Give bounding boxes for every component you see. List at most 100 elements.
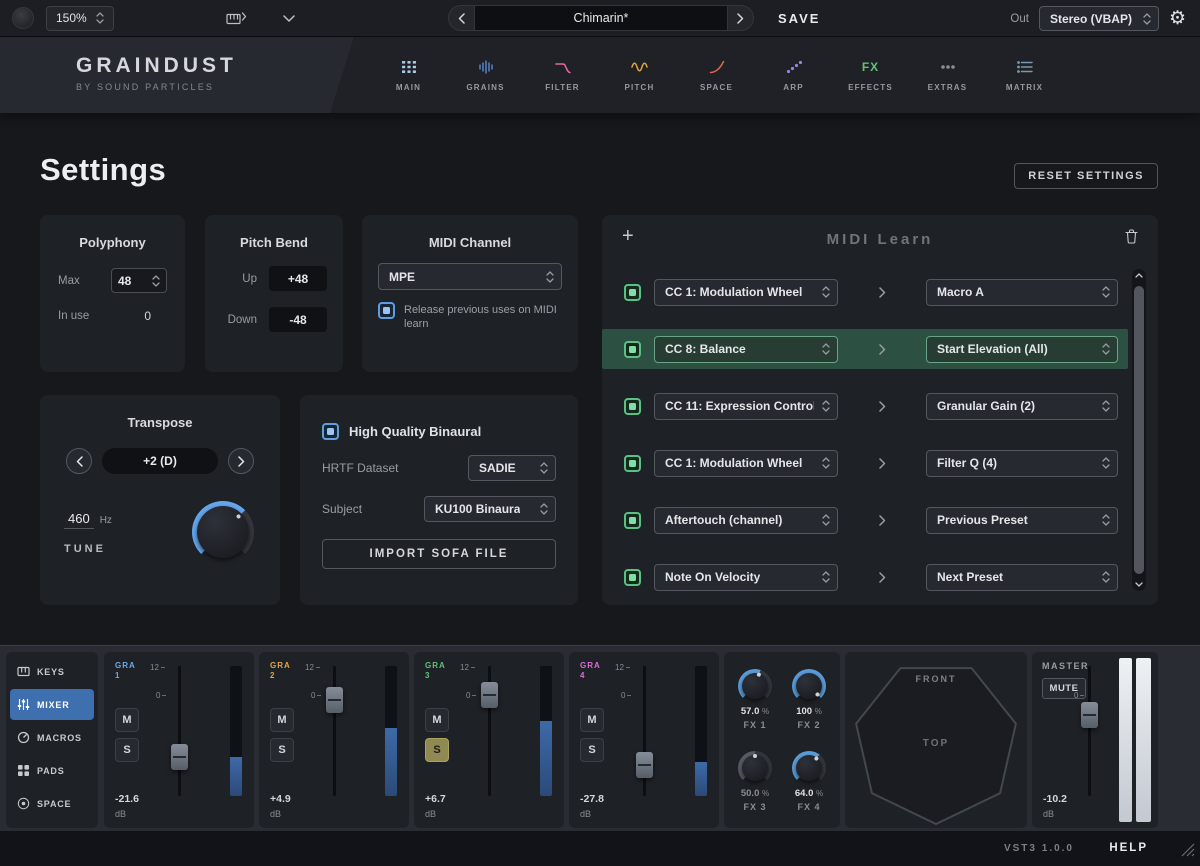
midi-learn-scrollbar[interactable] (1132, 269, 1146, 591)
subject-select[interactable]: KU100 Binaura (424, 496, 556, 522)
midi-target-select[interactable]: Granular Gain (2) (926, 393, 1118, 420)
import-sofa-button[interactable]: IMPORT SOFA FILE (322, 539, 556, 569)
scroll-down-icon[interactable] (1132, 582, 1146, 587)
transpose-value[interactable]: +2 (D) (102, 448, 218, 474)
channel-name: GRA 1 (115, 661, 136, 681)
sidebar-item-macros[interactable]: MACROS (10, 722, 94, 753)
mapping-enabled-checkbox[interactable] (624, 512, 641, 529)
fader-handle[interactable] (636, 752, 653, 778)
tab-arp[interactable]: ARP (755, 59, 832, 92)
delete-mapping-button[interactable] (1125, 229, 1138, 244)
volume-fader[interactable] (178, 666, 181, 796)
transpose-down-button[interactable] (66, 448, 92, 474)
midi-target-select[interactable]: Filter Q (4) (926, 450, 1118, 477)
transpose-up-button[interactable] (228, 448, 254, 474)
volume-fader[interactable] (488, 666, 491, 796)
scrollbar-thumb[interactable] (1134, 286, 1144, 574)
mute-button[interactable]: M (425, 708, 449, 732)
bend-down-value[interactable]: -48 (269, 307, 327, 332)
tab-extras[interactable]: EXTRAS (909, 59, 986, 92)
mapping-enabled-checkbox[interactable] (624, 455, 641, 472)
master-fader[interactable] (1088, 666, 1091, 796)
sound-particles-logo[interactable] (12, 7, 34, 29)
mapping-enabled-checkbox[interactable] (624, 398, 641, 415)
fader-handle[interactable] (326, 687, 343, 713)
sidebar-item-mixer[interactable]: MIXER (10, 689, 94, 720)
fader-handle[interactable] (481, 682, 498, 708)
master-strip: MASTER MUTE 0 -10.2 dB (1032, 652, 1158, 828)
solo-button[interactable]: S (580, 738, 604, 762)
help-button[interactable]: HELP (1109, 842, 1148, 854)
mute-button[interactable]: M (270, 708, 294, 732)
solo-button[interactable]: S (115, 738, 139, 762)
maps-to-arrow-icon (879, 458, 886, 469)
next-preset-button[interactable] (727, 5, 754, 31)
sidebar-item-pads[interactable]: PADS (10, 755, 94, 786)
midi-target-select[interactable]: Previous Preset (926, 507, 1118, 534)
max-voices-stepper[interactable]: 48 (111, 268, 167, 293)
bend-up-value[interactable]: +48 (269, 266, 327, 291)
settings-gear-icon[interactable]: ⚙ (1169, 9, 1186, 28)
sidebar-item-keys[interactable]: KEYS (10, 656, 94, 687)
fx1-knob[interactable] (738, 669, 772, 703)
midi-target-value: Previous Preset (937, 513, 1028, 527)
select-chevrons-icon (822, 457, 830, 469)
tab-label: MATRIX (1006, 83, 1043, 92)
fx3-knob[interactable] (738, 751, 772, 785)
tab-filter[interactable]: FILTER (524, 59, 601, 92)
tune-value[interactable]: 460 (64, 511, 94, 529)
midi-source-select[interactable]: Aftertouch (channel) (654, 507, 838, 534)
midi-target-select[interactable]: Start Elevation (All) (926, 336, 1118, 363)
midi-source-select[interactable]: CC 11: Expression Control (654, 393, 838, 420)
tune-knob[interactable] (192, 501, 254, 563)
save-button[interactable]: SAVE (778, 11, 820, 26)
volume-fader[interactable] (333, 666, 336, 796)
solo-button[interactable]: S (270, 738, 294, 762)
zoom-select[interactable]: 150% (46, 6, 114, 31)
midi-source-select[interactable]: Note On Velocity (654, 564, 838, 591)
add-mapping-button[interactable]: + (622, 226, 634, 246)
fader-handle[interactable] (171, 744, 188, 770)
fx2-knob[interactable] (792, 669, 826, 703)
midi-keyboard-icon[interactable] (226, 11, 247, 25)
release-previous-checkbox[interactable] (378, 302, 395, 319)
midi-channel-select[interactable]: MPE (378, 263, 562, 290)
fx-value: 64.0 (795, 788, 814, 799)
output-device-select[interactable]: Stereo (VBAP) (1039, 6, 1159, 31)
solo-button[interactable]: S (425, 738, 449, 762)
sidebar-item-space[interactable]: SPACE (10, 788, 94, 819)
mapping-enabled-checkbox[interactable] (624, 341, 641, 358)
subject-row: Subject KU100 Binaura (322, 496, 556, 522)
space-visualizer[interactable]: FRONT TOP (845, 652, 1027, 828)
volume-fader[interactable] (643, 666, 646, 796)
tab-main[interactable]: MAIN (370, 59, 447, 92)
tab-pitch[interactable]: PITCH (601, 59, 678, 92)
tab-matrix[interactable]: MATRIX (986, 59, 1063, 92)
hq-binaural-checkbox[interactable] (322, 423, 339, 440)
midi-mapping-row: CC 1: Modulation Wheel Filter Q (4) (602, 443, 1128, 483)
midi-source-select[interactable]: CC 1: Modulation Wheel (654, 450, 838, 477)
tab-grains[interactable]: GRAINS (447, 59, 524, 92)
tab-space[interactable]: SPACE (678, 59, 755, 92)
sidebar-item-label: MIXER (37, 700, 70, 710)
mute-button[interactable]: M (115, 708, 139, 732)
chevron-down-icon[interactable] (283, 15, 295, 22)
midi-source-select[interactable]: CC 1: Modulation Wheel (654, 279, 838, 306)
resize-handle-icon[interactable] (1181, 843, 1195, 862)
mapping-enabled-checkbox[interactable] (624, 284, 641, 301)
previous-preset-button[interactable] (448, 5, 475, 31)
db-unit-label: dB (270, 809, 281, 819)
mapping-enabled-checkbox[interactable] (624, 569, 641, 586)
mute-button[interactable]: M (580, 708, 604, 732)
midi-source-select[interactable]: CC 8: Balance (654, 336, 838, 363)
midi-target-select[interactable]: Macro A (926, 279, 1118, 306)
hrtf-dataset-select[interactable]: SADIE (468, 455, 556, 481)
preset-name[interactable]: Chimarin* (475, 5, 727, 31)
midi-target-select[interactable]: Next Preset (926, 564, 1118, 591)
tab-effects[interactable]: FX EFFECTS (832, 59, 909, 92)
scroll-up-icon[interactable] (1132, 273, 1146, 278)
maps-to-arrow-icon (879, 287, 886, 298)
fx4-knob[interactable] (792, 751, 826, 785)
fader-handle[interactable] (1081, 702, 1098, 728)
reset-settings-button[interactable]: RESET SETTINGS (1014, 163, 1158, 189)
